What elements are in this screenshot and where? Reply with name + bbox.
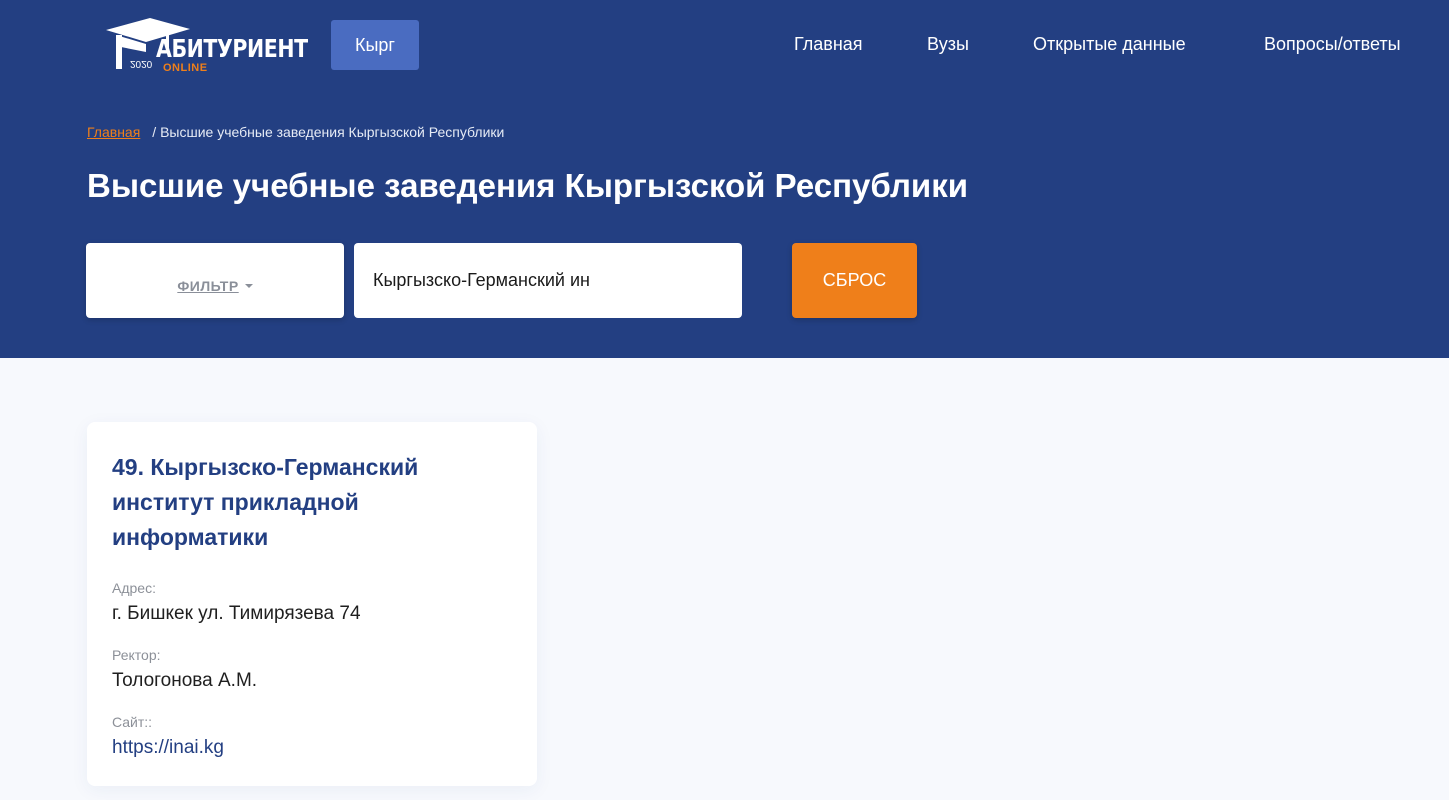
university-title[interactable]: 49. Кыргызско-Германский институт прикла… [112, 450, 462, 555]
caret-down-icon [244, 283, 253, 288]
rector-value: Тологонова А.М. [112, 670, 258, 691]
search-input[interactable] [354, 243, 742, 318]
breadcrumb: Главная / Высшие учебные заведения Кыргыз… [87, 124, 508, 140]
filter-dropdown[interactable]: ФИЛЬТР [86, 243, 344, 318]
university-card: 49. Кыргызско-Германский институт прикла… [87, 422, 537, 786]
breadcrumb-home-link[interactable]: Главная [87, 124, 140, 140]
nav-link-open-data[interactable]: Открытые данные [1033, 34, 1186, 58]
page-title: Высшие учебные заведения Кыргызской Респ… [87, 167, 968, 204]
rector-label: Ректор: [112, 647, 161, 663]
site-logo[interactable]: АБИТУРИЕНТ 2020 ONLINE [106, 15, 308, 75]
breadcrumb-current: / Высшие учебные заведения Кыргызской Ре… [152, 124, 505, 140]
logo-text: АБИТУРИЕНТ [156, 34, 308, 63]
address-label: Адрес: [112, 580, 156, 596]
nav-link-universities[interactable]: Вузы [927, 34, 969, 58]
logo-online-text: ONLINE [163, 62, 208, 74]
filter-label: ФИЛЬТР [177, 277, 239, 294]
language-switch-button[interactable]: Кырг [331, 20, 419, 70]
logo-year: 2020 [130, 58, 153, 69]
address-value: г. Бишкек ул. Тимирязева 74 [112, 603, 361, 624]
site-label: Сайт:: [112, 714, 153, 730]
nav-link-home[interactable]: Главная [794, 34, 863, 58]
hero-section: АБИТУРИЕНТ 2020 ONLINE Кырг Главная Вузы… [0, 0, 1449, 358]
reset-button[interactable]: СБРОС [792, 243, 917, 318]
nav-link-faq[interactable]: Вопросы/ответы [1264, 34, 1401, 58]
site-link[interactable]: https://inai.kg [112, 737, 512, 759]
